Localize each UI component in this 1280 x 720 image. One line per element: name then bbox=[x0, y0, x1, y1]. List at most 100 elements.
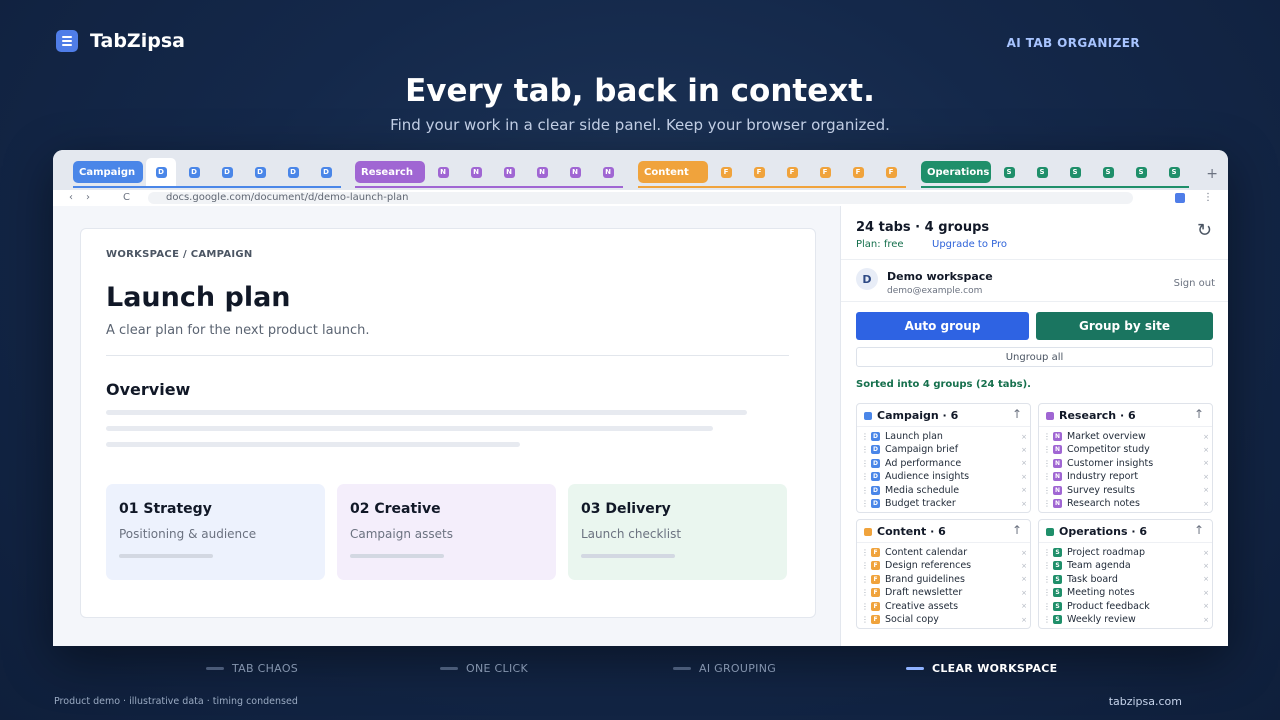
group-tab-row[interactable]: ⋮⋮ N Research notes × bbox=[1043, 497, 1209, 510]
browser-tab[interactable]: S bbox=[994, 158, 1024, 186]
refresh-icon[interactable]: ↻ bbox=[1197, 220, 1212, 241]
close-icon[interactable]: × bbox=[1203, 562, 1209, 570]
close-icon[interactable]: × bbox=[1203, 575, 1209, 583]
browser-tab[interactable]: N bbox=[461, 158, 491, 186]
browser-tab[interactable]: D bbox=[278, 158, 308, 186]
browser-tab[interactable]: D bbox=[179, 158, 209, 186]
group-tab-row[interactable]: ⋮⋮ D Budget tracker × bbox=[861, 497, 1027, 510]
browser-tab[interactable]: N bbox=[560, 158, 590, 186]
close-icon[interactable]: × bbox=[1021, 459, 1027, 467]
drag-handle-icon[interactable]: ⋮⋮ bbox=[861, 459, 876, 468]
sort-arrow-icon[interactable]: ↑ bbox=[1194, 407, 1204, 421]
browser-tab[interactable]: N bbox=[593, 158, 623, 186]
group-tab-row[interactable]: ⋮⋮ F Draft newsletter × bbox=[861, 586, 1027, 599]
close-icon[interactable]: × bbox=[1203, 616, 1209, 624]
close-icon[interactable]: × bbox=[1203, 486, 1209, 494]
group-tab-row[interactable]: ⋮⋮ N Market overview × bbox=[1043, 430, 1209, 443]
sort-arrow-icon[interactable]: ↑ bbox=[1012, 407, 1022, 421]
drag-handle-icon[interactable]: ⋮⋮ bbox=[861, 602, 876, 611]
tab-group-label[interactable]: Research bbox=[355, 161, 425, 183]
group-tab-row[interactable]: ⋮⋮ S Product feedback × bbox=[1043, 600, 1209, 613]
group-tab-row[interactable]: ⋮⋮ N Competitor study × bbox=[1043, 443, 1209, 456]
close-icon[interactable]: × bbox=[1021, 616, 1027, 624]
group-tab-row[interactable]: ⋮⋮ D Media schedule × bbox=[861, 484, 1027, 497]
tab-group-label[interactable]: Campaign bbox=[73, 161, 143, 183]
drag-handle-icon[interactable]: ⋮⋮ bbox=[1043, 561, 1058, 570]
browser-menu-icon[interactable]: ⋮ bbox=[1203, 192, 1213, 203]
drag-handle-icon[interactable]: ⋮⋮ bbox=[861, 432, 876, 441]
browser-tab[interactable]: S bbox=[1126, 158, 1156, 186]
group-tab-row[interactable]: ⋮⋮ N Industry report × bbox=[1043, 470, 1209, 483]
drag-handle-icon[interactable]: ⋮⋮ bbox=[861, 588, 876, 597]
forward-icon[interactable]: › bbox=[86, 192, 90, 203]
close-icon[interactable]: × bbox=[1203, 549, 1209, 557]
group-tab-row[interactable]: ⋮⋮ D Campaign brief × bbox=[861, 443, 1027, 456]
new-tab-button[interactable]: + bbox=[1206, 166, 1218, 182]
url-field[interactable]: docs.google.com/document/d/demo-launch-p… bbox=[148, 192, 1133, 204]
group-tab-row[interactable]: ⋮⋮ N Survey results × bbox=[1043, 484, 1209, 497]
group-tab-row[interactable]: ⋮⋮ S Project roadmap × bbox=[1043, 546, 1209, 559]
group-tab-row[interactable]: ⋮⋮ F Content calendar × bbox=[861, 546, 1027, 559]
drag-handle-icon[interactable]: ⋮⋮ bbox=[861, 548, 876, 557]
drag-handle-icon[interactable]: ⋮⋮ bbox=[1043, 472, 1058, 481]
close-icon[interactable]: × bbox=[1021, 433, 1027, 441]
close-icon[interactable]: × bbox=[1021, 500, 1027, 508]
group-tab-row[interactable]: ⋮⋮ N Customer insights × bbox=[1043, 457, 1209, 470]
close-icon[interactable]: × bbox=[1203, 433, 1209, 441]
close-icon[interactable]: × bbox=[1203, 602, 1209, 610]
back-icon[interactable]: ‹ bbox=[69, 192, 73, 203]
browser-tab[interactable]: S bbox=[1027, 158, 1057, 186]
group-tab-row[interactable]: ⋮⋮ S Team agenda × bbox=[1043, 559, 1209, 572]
group-tab-row[interactable]: ⋮⋮ D Audience insights × bbox=[861, 470, 1027, 483]
drag-handle-icon[interactable]: ⋮⋮ bbox=[1043, 615, 1058, 624]
drag-handle-icon[interactable]: ⋮⋮ bbox=[861, 615, 876, 624]
drag-handle-icon[interactable]: ⋮⋮ bbox=[861, 472, 876, 481]
drag-handle-icon[interactable]: ⋮⋮ bbox=[861, 445, 876, 454]
browser-tab[interactable]: F bbox=[876, 158, 906, 186]
footer-url[interactable]: tabzipsa.com bbox=[1109, 695, 1182, 708]
drag-handle-icon[interactable]: ⋮⋮ bbox=[1043, 459, 1058, 468]
browser-tab[interactable]: F bbox=[711, 158, 741, 186]
drag-handle-icon[interactable]: ⋮⋮ bbox=[861, 499, 876, 508]
browser-tab[interactable]: F bbox=[843, 158, 873, 186]
drag-handle-icon[interactable]: ⋮⋮ bbox=[1043, 602, 1058, 611]
group-tab-row[interactable]: ⋮⋮ F Design references × bbox=[861, 559, 1027, 572]
close-icon[interactable]: × bbox=[1021, 562, 1027, 570]
browser-tab[interactable]: N bbox=[428, 158, 458, 186]
browser-tab[interactable]: D bbox=[245, 158, 275, 186]
auto-group-button[interactable]: Auto group bbox=[856, 312, 1029, 340]
browser-tab[interactable]: S bbox=[1060, 158, 1090, 186]
browser-tab[interactable]: F bbox=[810, 158, 840, 186]
drag-handle-icon[interactable]: ⋮⋮ bbox=[861, 486, 876, 495]
ungroup-all-button[interactable]: Ungroup all bbox=[856, 347, 1213, 367]
drag-handle-icon[interactable]: ⋮⋮ bbox=[1043, 548, 1058, 557]
browser-tab[interactable]: D bbox=[311, 158, 341, 186]
drag-handle-icon[interactable]: ⋮⋮ bbox=[1043, 499, 1058, 508]
close-icon[interactable]: × bbox=[1021, 549, 1027, 557]
drag-handle-icon[interactable]: ⋮⋮ bbox=[1043, 575, 1058, 584]
close-icon[interactable]: × bbox=[1021, 575, 1027, 583]
drag-handle-icon[interactable]: ⋮⋮ bbox=[1043, 432, 1058, 441]
group-tab-row[interactable]: ⋮⋮ S Meeting notes × bbox=[1043, 586, 1209, 599]
drag-handle-icon[interactable]: ⋮⋮ bbox=[1043, 588, 1058, 597]
group-tab-row[interactable]: ⋮⋮ S Weekly review × bbox=[1043, 613, 1209, 626]
sort-arrow-icon[interactable]: ↑ bbox=[1012, 523, 1022, 537]
drag-handle-icon[interactable]: ⋮⋮ bbox=[861, 561, 876, 570]
browser-tab[interactable]: F bbox=[777, 158, 807, 186]
close-icon[interactable]: × bbox=[1203, 473, 1209, 481]
drag-handle-icon[interactable]: ⋮⋮ bbox=[1043, 445, 1058, 454]
browser-tab[interactable]: F bbox=[744, 158, 774, 186]
extension-icon[interactable] bbox=[1175, 193, 1185, 203]
group-tab-row[interactable]: ⋮⋮ D Ad performance × bbox=[861, 457, 1027, 470]
browser-tab[interactable]: D bbox=[212, 158, 242, 186]
browser-tab[interactable]: S bbox=[1093, 158, 1123, 186]
browser-tab[interactable]: D bbox=[146, 158, 176, 186]
close-icon[interactable]: × bbox=[1021, 473, 1027, 481]
group-tab-row[interactable]: ⋮⋮ F Social copy × bbox=[861, 613, 1027, 626]
reload-icon[interactable]: C bbox=[123, 192, 130, 203]
browser-tab[interactable]: N bbox=[494, 158, 524, 186]
close-icon[interactable]: × bbox=[1021, 446, 1027, 454]
drag-handle-icon[interactable]: ⋮⋮ bbox=[861, 575, 876, 584]
browser-tab[interactable]: N bbox=[527, 158, 557, 186]
group-tab-row[interactable]: ⋮⋮ F Brand guidelines × bbox=[861, 573, 1027, 586]
